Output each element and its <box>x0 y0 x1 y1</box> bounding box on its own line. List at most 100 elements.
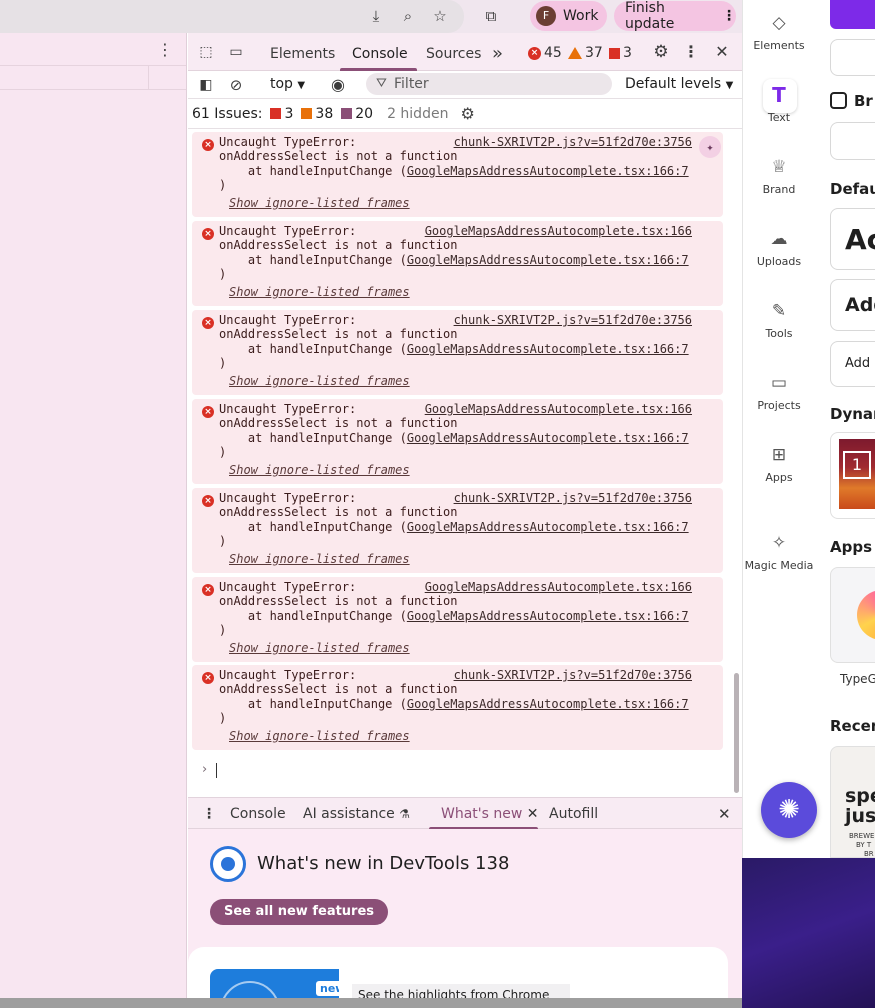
show-ignore-listed-link[interactable]: Show ignore-listed frames <box>229 552 410 566</box>
extensions-icon[interactable]: ⧉ <box>481 6 501 26</box>
add-text-button[interactable] <box>830 0 875 29</box>
recent-heading: Recent <box>830 717 875 735</box>
inspect-element-icon[interactable]: ⬚ <box>196 42 216 62</box>
stack-link[interactable]: GoogleMapsAddressAutocomplete.tsx:166:7 <box>407 431 689 445</box>
tab-console[interactable]: Console <box>352 46 408 62</box>
drawer-tab-whats-new[interactable]: What's new ✕ <box>441 806 539 822</box>
stack-link[interactable]: GoogleMapsAddressAutocomplete.tsx:166:7 <box>407 520 689 534</box>
close-tab-icon[interactable]: ✕ <box>527 806 539 822</box>
install-icon[interactable]: ⤓ <box>366 6 386 26</box>
settings-gear-icon[interactable]: ⚙ <box>651 42 671 62</box>
more-vert-icon[interactable]: ⋮ <box>722 8 736 24</box>
nav-label: Magic Media <box>744 559 814 572</box>
nav-magic-media[interactable]: ✧ Magic Media <box>743 532 815 572</box>
stack-link[interactable]: GoogleMapsAddressAutocomplete.tsx:166:7 <box>407 164 689 178</box>
source-link[interactable]: GoogleMapsAddressAutocomplete.tsx:166 <box>425 580 692 594</box>
filter-input[interactable]: ⛛ Filter <box>366 73 612 95</box>
stack-close: ) <box>219 534 227 548</box>
nav-uploads[interactable]: ☁ Uploads <box>743 228 815 268</box>
warning-count[interactable]: 37 <box>568 45 603 61</box>
show-ignore-listed-link[interactable]: Show ignore-listed frames <box>229 463 410 477</box>
bookmark-star-icon[interactable]: ☆ <box>430 6 450 26</box>
show-ignore-listed-link[interactable]: Show ignore-listed frames <box>229 729 410 743</box>
nav-apps[interactable]: ⊞ Apps <box>743 444 815 484</box>
drawer-tab-console[interactable]: Console <box>230 806 286 822</box>
drawer-tab-autofill[interactable]: Autofill <box>549 806 598 822</box>
show-ignore-listed-link[interactable]: Show ignore-listed frames <box>229 196 410 210</box>
error-count[interactable]: × 45 <box>528 45 562 61</box>
console-scrollbar[interactable] <box>734 673 739 793</box>
source-link[interactable]: GoogleMapsAddressAutocomplete.tsx:166 <box>425 402 692 416</box>
devtools-tab-bar: ⬚ ▭ Elements Console Sources » × 45 37 3 … <box>188 33 742 71</box>
source-link[interactable]: chunk-SXRIVT2P.js?v=51f2d70e:3756 <box>454 135 692 149</box>
show-ignore-listed-link[interactable]: Show ignore-listed frames <box>229 374 410 388</box>
bottom-scrollbar <box>0 998 742 1008</box>
tab-elements[interactable]: Elements <box>270 46 335 62</box>
dynamic-text-thumbnail[interactable]: 1 <box>830 432 875 519</box>
more-vert-icon[interactable]: ⋮ <box>157 42 173 58</box>
stack-link[interactable]: GoogleMapsAddressAutocomplete.tsx:166:7 <box>407 342 689 356</box>
warning-icon <box>568 47 582 59</box>
stack-link[interactable]: GoogleMapsAddressAutocomplete.tsx:166:7 <box>407 609 689 623</box>
source-link[interactable]: chunk-SXRIVT2P.js?v=51f2d70e:3756 <box>454 668 692 682</box>
issues-settings-gear-icon[interactable]: ⚙ <box>460 104 474 123</box>
heading-style-sample[interactable]: Ac <box>830 208 875 270</box>
ai-insight-bulb-icon[interactable]: ✦ <box>699 136 721 158</box>
source-link[interactable]: chunk-SXRIVT2P.js?v=51f2d70e:3756 <box>454 491 692 505</box>
log-levels-dropdown[interactable]: Default levels ▼ <box>625 76 733 92</box>
subheading-style-sample[interactable]: Add <box>830 279 875 331</box>
tab-sources[interactable]: Sources <box>426 46 481 62</box>
pen-tool-icon: ✎ <box>771 301 787 321</box>
error-title: Uncaught TypeError: <box>219 313 357 327</box>
show-ignore-listed-link[interactable]: Show ignore-listed frames <box>229 641 410 655</box>
canva-assistant-button[interactable]: ✺ <box>761 782 817 838</box>
nav-tools[interactable]: ✎ Tools <box>743 300 815 340</box>
stack-prefix: at handleInputChange ( <box>219 520 407 534</box>
error-icon: × <box>202 584 214 596</box>
zoom-icon[interactable]: ⌕ <box>398 6 418 26</box>
context-selector[interactable]: top ▼ <box>270 76 305 92</box>
close-drawer-icon[interactable]: ✕ <box>718 805 731 823</box>
stack-link[interactable]: GoogleMapsAddressAutocomplete.tsx:166:7 <box>407 697 689 711</box>
ai-assistance-label: AI assistance <box>303 806 395 822</box>
source-link[interactable]: chunk-SXRIVT2P.js?v=51f2d70e:3756 <box>454 313 692 327</box>
typegen-app-card[interactable] <box>830 567 875 663</box>
see-all-features-button[interactable]: See all new features <box>210 899 389 925</box>
nav-text[interactable]: T Text <box>743 84 815 124</box>
console-input-caret[interactable] <box>216 763 217 778</box>
console-prompt-icon: › <box>202 762 208 777</box>
apps-grid-icon: ⊞ <box>771 445 787 465</box>
issue-count[interactable]: 3 <box>609 45 632 61</box>
address-bar[interactable]: ⤓ ⌕ ☆ <box>0 0 464 33</box>
nav-projects[interactable]: ▭ Projects <box>743 372 815 412</box>
issue-errors-count: 3 <box>284 105 294 122</box>
device-toolbar-icon[interactable]: ▭ <box>226 42 246 62</box>
source-link[interactable]: GoogleMapsAddressAutocomplete.tsx:166 <box>425 224 692 238</box>
issue-info-icon <box>341 108 353 119</box>
body-style-sample[interactable]: Add a <box>830 341 875 387</box>
stack-frame: at handleInputChange (GoogleMapsAddressA… <box>219 342 689 356</box>
clear-console-icon[interactable]: ⊘ <box>226 75 246 95</box>
profile-button[interactable]: F Work <box>530 1 607 31</box>
drawer-more-vert-icon[interactable]: ⋮ <box>202 806 216 822</box>
drawer-tab-ai-assistance[interactable]: AI assistance ⚗ <box>303 806 410 822</box>
sidebar-toggle-icon[interactable]: ◧ <box>196 75 216 95</box>
more-vert-icon[interactable]: ⋮ <box>681 42 701 62</box>
nav-brand[interactable]: ♕ Brand <box>743 156 815 196</box>
recent-design-thumbnail[interactable]: spe jus BREWE BY T BR <box>830 746 875 858</box>
dropdown-arrow-icon: ▼ <box>297 80 306 91</box>
search-box[interactable] <box>830 39 875 76</box>
brand-kit-icon <box>830 92 847 109</box>
stack-frame: at handleInputChange (GoogleMapsAddressA… <box>219 164 689 178</box>
live-expression-eye-icon[interactable]: ◉ <box>328 75 348 95</box>
subheading-sample-text: Add <box>845 294 875 316</box>
brand-kit-heading: Br <box>830 92 873 110</box>
nav-elements[interactable]: ◇ Elements <box>743 12 815 52</box>
show-ignore-listed-link[interactable]: Show ignore-listed frames <box>229 285 410 299</box>
more-tabs-icon[interactable]: » <box>492 43 503 64</box>
close-icon[interactable]: ✕ <box>712 42 732 62</box>
issues-bar[interactable]: 61 Issues: 3 38 20 2 hidden ⚙ <box>188 99 742 129</box>
stack-link[interactable]: GoogleMapsAddressAutocomplete.tsx:166:7 <box>407 253 689 267</box>
brand-kit-box[interactable] <box>830 122 875 160</box>
finish-update-button[interactable]: Finish update ⋮ <box>614 0 736 32</box>
